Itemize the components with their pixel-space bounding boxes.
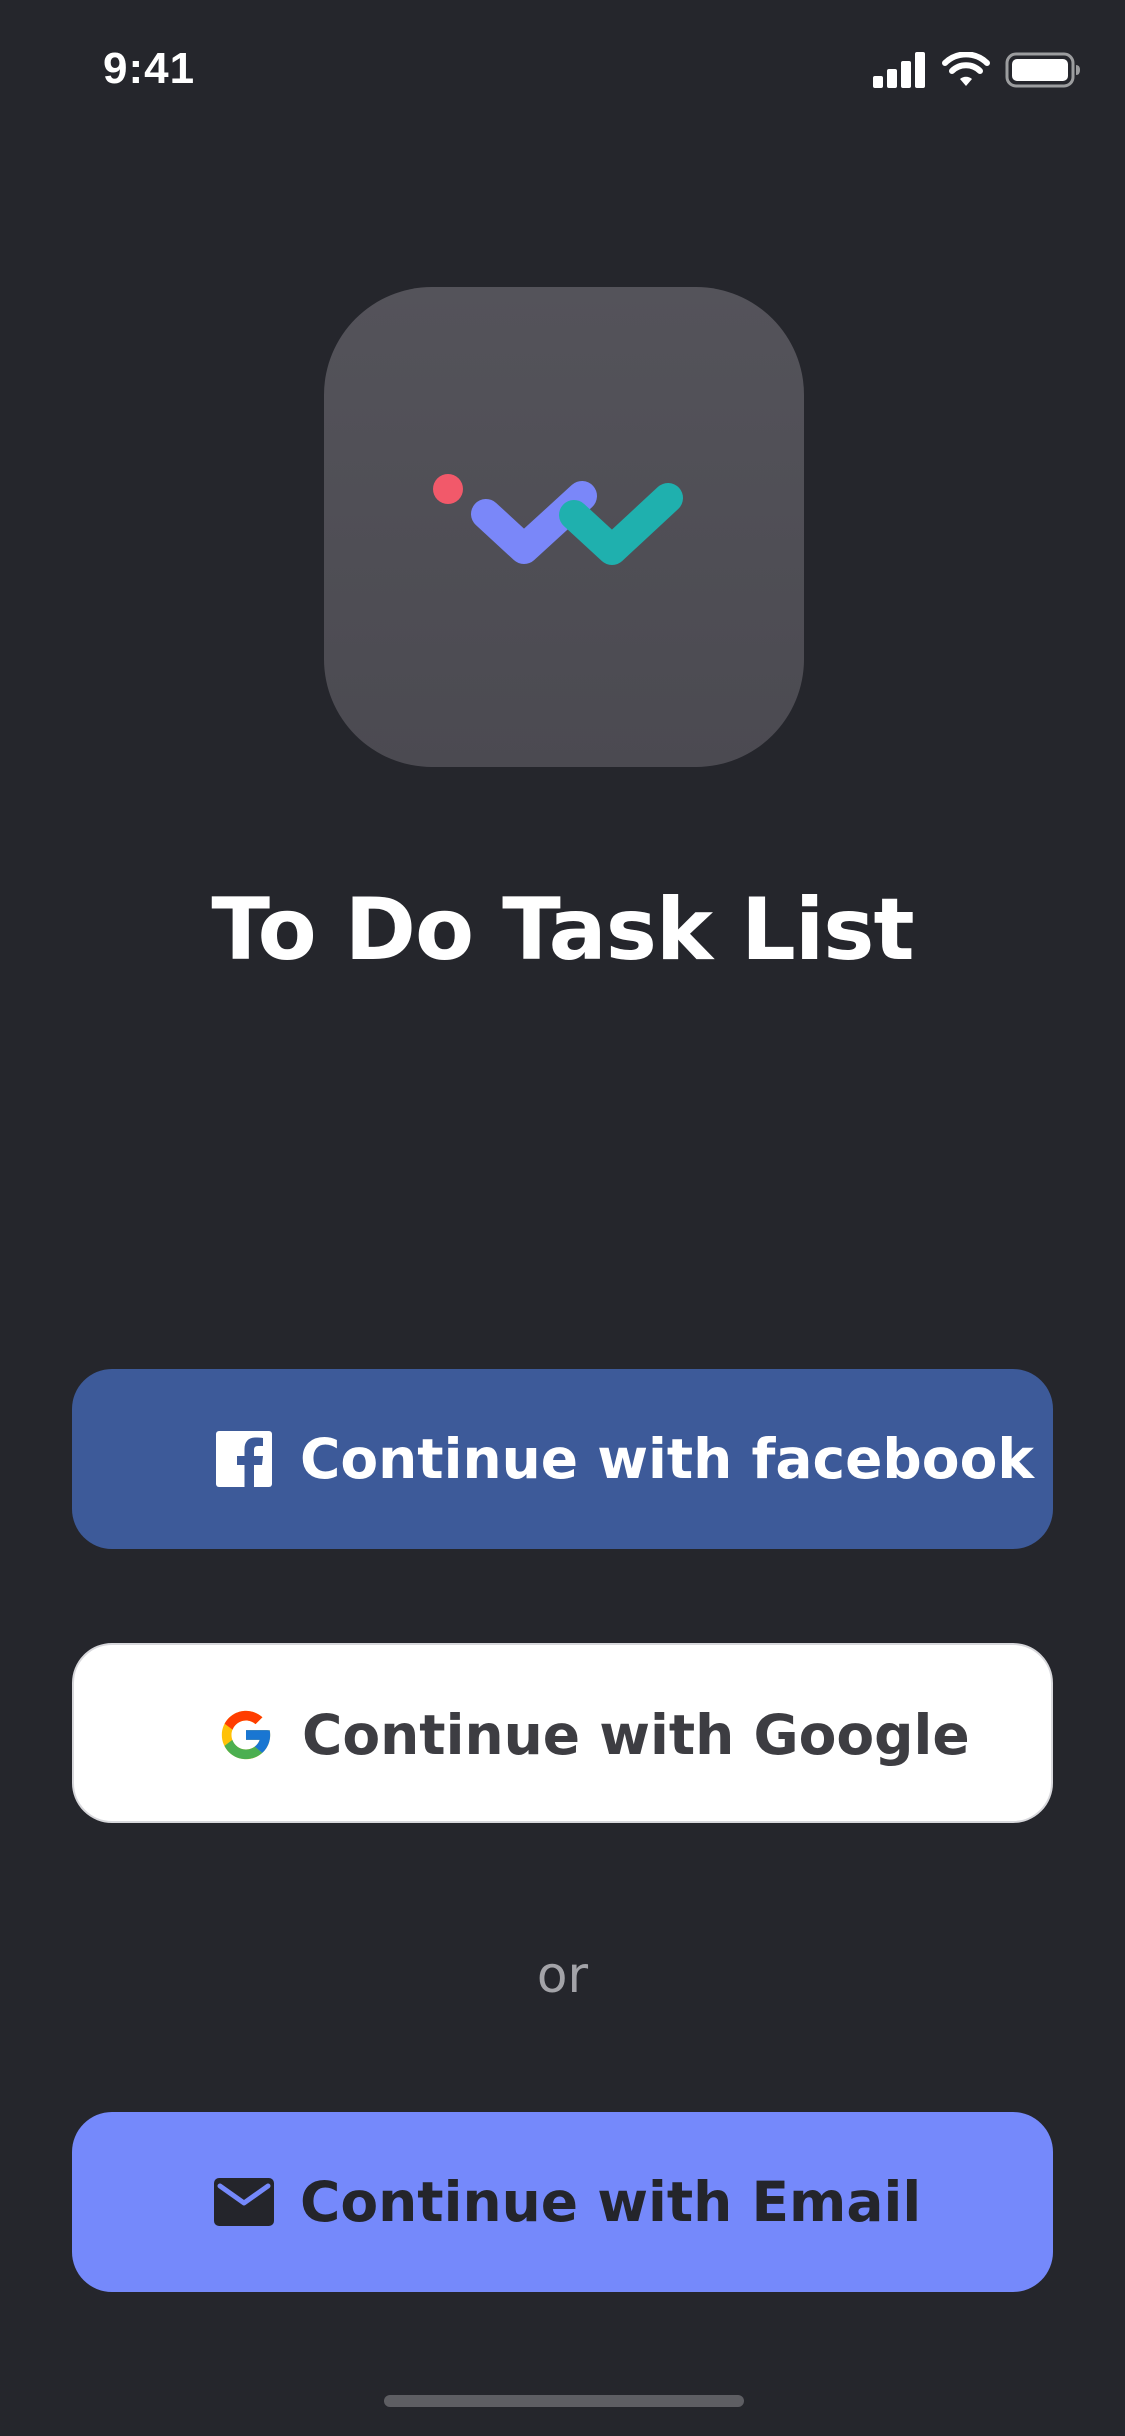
or-divider: or	[536, 1946, 589, 2004]
facebook-icon	[216, 1431, 272, 1487]
home-indicator[interactable]	[384, 2395, 744, 2407]
status-icons	[873, 50, 1081, 90]
app-logo	[324, 287, 804, 767]
battery-icon	[1005, 52, 1080, 88]
checkmarks-logo-icon	[433, 474, 683, 565]
google-icon	[221, 1710, 271, 1760]
facebook-button-label: Continue with facebook	[300, 1427, 1034, 1491]
email-button-label: Continue with Email	[300, 2170, 922, 2234]
continue-with-facebook-button[interactable]: Continue with facebook	[72, 1369, 1053, 1549]
continue-with-email-button[interactable]: Continue with Email	[72, 2112, 1053, 2292]
status-time: 9:41	[103, 44, 196, 93]
google-button-label: Continue with Google	[302, 1703, 970, 1767]
cellular-signal-icon	[873, 52, 925, 88]
status-bar: 9:41	[0, 0, 1125, 140]
wifi-icon	[942, 52, 990, 86]
app-title: To Do Task List	[211, 880, 914, 980]
mail-icon	[214, 2178, 274, 2226]
continue-with-google-button[interactable]: Continue with Google	[72, 1643, 1053, 1823]
